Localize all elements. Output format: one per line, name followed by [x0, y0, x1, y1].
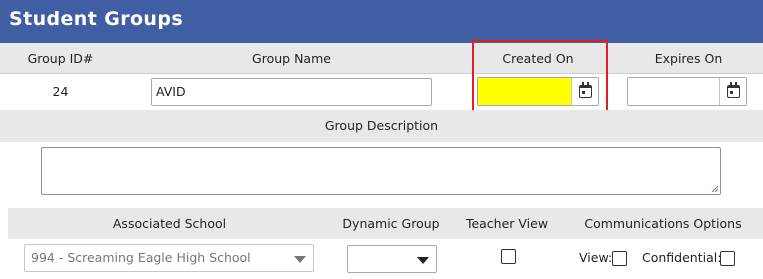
associated-school-row: 994 - Screaming Eagle High School View: …	[8, 239, 763, 279]
chevron-down-icon	[417, 257, 429, 264]
group-name-input[interactable]: AVID	[151, 78, 432, 106]
calendar-icon	[726, 82, 740, 98]
title-bar: Student Groups	[0, 0, 763, 43]
confidential-label: Confidential:	[642, 250, 722, 265]
group-id-value: 24	[52, 84, 69, 99]
column-header-group-name: Group Name	[252, 51, 331, 66]
chevron-down-icon	[294, 256, 306, 263]
column-header-dynamic-group: Dynamic Group	[342, 216, 440, 231]
group-description-textarea[interactable]	[41, 147, 721, 195]
associated-school-select[interactable]: 994 - Screaming Eagle High School	[24, 244, 314, 272]
expires-on-date-field[interactable]	[627, 77, 747, 106]
column-header-group-id: Group ID#	[27, 51, 94, 66]
view-label: View:	[579, 250, 613, 265]
expires-on-calendar-button[interactable]	[719, 78, 746, 105]
dynamic-group-select[interactable]	[347, 245, 437, 273]
group-description-label: Group Description	[0, 110, 763, 142]
associated-table-header: Associated School Dynamic Group Teacher …	[8, 208, 763, 239]
resize-grip-icon[interactable]	[711, 185, 719, 193]
expires-on-input[interactable]	[628, 78, 720, 105]
group-row: 24 AVID	[0, 74, 763, 110]
page-title: Student Groups	[9, 8, 184, 30]
teacher-view-checkbox[interactable]	[501, 249, 516, 264]
confidential-checkbox[interactable]	[720, 251, 735, 266]
group-table-header: Group ID# Group Name Created On Expires …	[0, 43, 763, 74]
associated-school-value: 994 - Screaming Eagle High School	[31, 250, 251, 265]
view-checkbox[interactable]	[612, 251, 627, 266]
column-header-communications-options: Communications Options	[584, 216, 742, 231]
column-header-associated-school: Associated School	[112, 216, 227, 231]
column-header-teacher-view: Teacher View	[465, 216, 549, 231]
column-header-expires-on: Expires On	[654, 51, 723, 66]
